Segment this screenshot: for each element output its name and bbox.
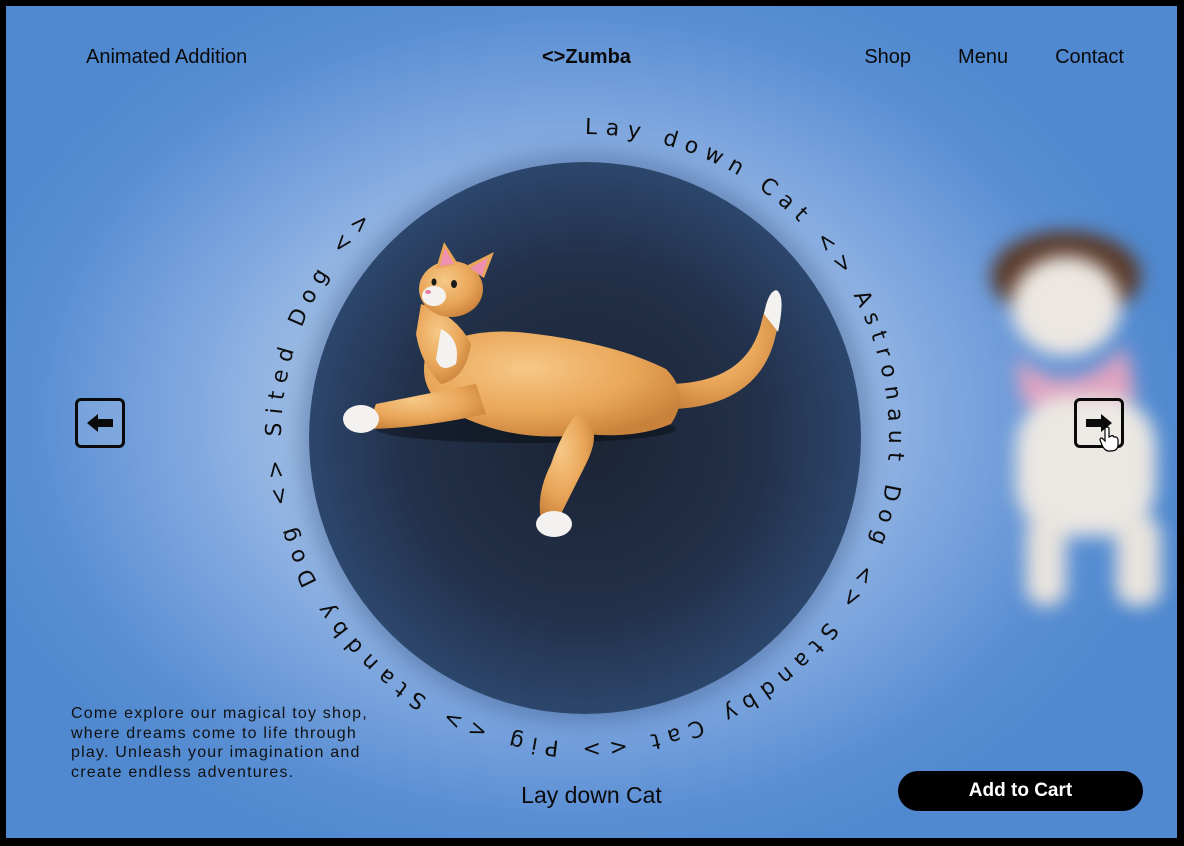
add-to-cart-button[interactable]: Add to Cart [898, 771, 1143, 811]
nav-shop[interactable]: Shop [864, 46, 911, 69]
nav-menu[interactable]: Menu [958, 46, 1008, 69]
brand-logo[interactable]: <>Zumba [542, 46, 631, 69]
hand-cursor-icon [1099, 426, 1119, 452]
nav-contact[interactable]: Contact [1055, 46, 1124, 69]
arrow-left-icon [87, 414, 113, 432]
shop-description: Come explore our magical toy shop, where… [71, 705, 368, 781]
cat-figure [343, 242, 782, 537]
prev-button[interactable] [75, 398, 125, 448]
main-nav: Shop Menu Contact [864, 46, 1124, 69]
page-frame: Animated Addition <>Zumba Shop Menu Cont… [6, 6, 1177, 838]
header-left-label: Animated Addition [86, 46, 248, 68]
